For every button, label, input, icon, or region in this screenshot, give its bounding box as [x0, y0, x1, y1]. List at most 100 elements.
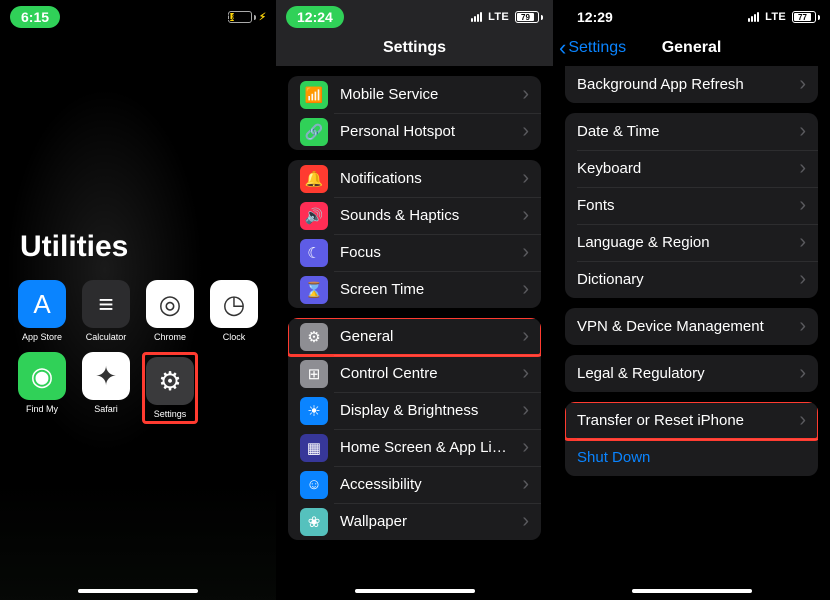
row-mobile-service[interactable]: 📶Mobile Service› [288, 76, 541, 113]
display-brightness-icon: ☀ [300, 397, 328, 425]
signal-icon [471, 12, 482, 22]
nav-bar: ‹ Settings General [553, 30, 830, 66]
row-dictionary[interactable]: Dictionary› [565, 261, 818, 298]
row-label: Shut Down [577, 449, 806, 466]
status-bar: 12:24 LTE 79 [276, 0, 553, 30]
row-control-centre[interactable]: ⊞Control Centre› [288, 355, 541, 392]
row-personal-hotspot[interactable]: 🔗Personal Hotspot› [288, 113, 541, 150]
settings-icon: ⚙ [146, 357, 194, 405]
row-accessibility[interactable]: ☺Accessibility› [288, 466, 541, 503]
row-background-app-refresh[interactable]: Background App Refresh› [565, 66, 818, 103]
home-indicator[interactable] [632, 589, 752, 593]
row-home-screen-app-library[interactable]: ▦Home Screen & App Library› [288, 429, 541, 466]
settings-group-notifications: 🔔 Notifications › 🔊 Sounds & Haptics › ☾ Focus ›… [288, 160, 541, 308]
row-label: Sounds & Haptics [340, 207, 510, 224]
carrier-label: LTE [488, 11, 509, 23]
panel-settings: 12:24 LTE 79 Settings 📶Mobile Service›🔗P… [276, 0, 553, 600]
app-label: App Store [22, 332, 62, 342]
general-group-vpn: VPN & Device Management › [565, 308, 818, 345]
charging-icon: ⚡︎ [259, 12, 266, 23]
carrier-label: LTE [765, 11, 786, 23]
chevron-right-icon: › [799, 231, 806, 254]
row-label: Personal Hotspot [340, 123, 510, 140]
row-sounds-haptics[interactable]: 🔊 Sounds & Haptics › [288, 197, 541, 234]
row-transfer-or-reset-iphone[interactable]: Transfer or Reset iPhone › [565, 402, 818, 439]
settings-group-general: ⚙General›⊞Control Centre›☀Display & Brig… [288, 318, 541, 540]
focus-icon: ☾ [300, 239, 328, 267]
folder-title: Utilities [20, 230, 276, 264]
app-safari[interactable]: ✦Safari [78, 352, 134, 424]
row-vpn-device-management[interactable]: VPN & Device Management › [565, 308, 818, 345]
row-display-brightness[interactable]: ☀ Display & Brightness › [288, 392, 541, 429]
app-label: Clock [223, 332, 246, 342]
safari-icon: ✦ [82, 352, 130, 400]
row-date-time[interactable]: Date & Time › [565, 113, 818, 150]
app-grid: A App Store ≡Calculator◎Chrome◷Clock ◉Find … [0, 280, 276, 424]
general-group-legal: Legal & Regulatory › [565, 355, 818, 392]
row-label: Accessibility [340, 476, 510, 493]
app-store-icon: A [18, 280, 66, 328]
row-label: Home Screen & App Library [340, 439, 510, 456]
row-label: Wallpaper [340, 513, 510, 530]
chevron-right-icon: › [522, 510, 529, 533]
row-wallpaper[interactable]: ❀ Wallpaper › [288, 503, 541, 540]
app-label: Calculator [86, 332, 127, 342]
settings-group-connectivity: 📶Mobile Service›🔗Personal Hotspot› [288, 76, 541, 150]
row-label: Control Centre [340, 365, 510, 382]
row-focus[interactable]: ☾Focus› [288, 234, 541, 271]
row-label: Transfer or Reset iPhone [577, 412, 787, 429]
chevron-right-icon: › [799, 409, 806, 432]
row-label: Focus [340, 244, 510, 261]
wallpaper-icon: ❀ [300, 508, 328, 536]
row-label: Display & Brightness [340, 402, 510, 419]
app-label: Chrome [154, 332, 186, 342]
chevron-right-icon: › [799, 157, 806, 180]
home-indicator[interactable] [78, 589, 198, 593]
chevron-right-icon: › [522, 278, 529, 301]
chevron-right-icon: › [522, 473, 529, 496]
chevron-right-icon: › [522, 362, 529, 385]
home-indicator[interactable] [355, 589, 475, 593]
notifications-icon: 🔔 [300, 165, 328, 193]
battery-indicator: 18 ⚡︎ [228, 11, 266, 23]
battery-indicator: 77 [792, 11, 820, 23]
row-screen-time[interactable]: ⌛Screen Time› [288, 271, 541, 308]
app-find-my[interactable]: ◉Find My [14, 352, 70, 424]
row-language-region[interactable]: Language & Region › [565, 224, 818, 261]
row-label: VPN & Device Management [577, 318, 787, 335]
time-pill[interactable]: 12:24 [286, 6, 344, 28]
chevron-right-icon: › [522, 120, 529, 143]
nav-back-button[interactable]: ‹ Settings [559, 37, 626, 59]
nav-title: Settings [383, 39, 446, 57]
chevron-right-icon: › [522, 399, 529, 422]
chevron-right-icon: › [799, 362, 806, 385]
row-label: Date & Time [577, 123, 787, 140]
row-legal-regulatory[interactable]: Legal & Regulatory › [565, 355, 818, 392]
row-keyboard[interactable]: Keyboard› [565, 150, 818, 187]
row-label: Legal & Regulatory [577, 365, 787, 382]
chevron-right-icon: › [799, 268, 806, 291]
time-pill[interactable]: 6:15 [10, 6, 60, 28]
app-label: Settings [154, 409, 187, 419]
general-group-locale: Date & Time›Keyboard›Fonts›Language & Re… [565, 113, 818, 298]
sounds-haptics-icon: 🔊 [300, 202, 328, 230]
chevron-right-icon: › [799, 315, 806, 338]
chevron-right-icon: › [799, 73, 806, 96]
row-label: Screen Time [340, 281, 510, 298]
chevron-right-icon: › [522, 167, 529, 190]
panel-general: 12:29 LTE 77 ‹ Settings General Backgrou… [553, 0, 830, 600]
row-label: Language & Region [577, 234, 787, 251]
app-chrome[interactable]: ◎Chrome [142, 280, 198, 342]
row-fonts[interactable]: Fonts› [565, 187, 818, 224]
chevron-right-icon: › [522, 204, 529, 227]
row-label: Notifications [340, 170, 510, 187]
app-clock[interactable]: ◷Clock [206, 280, 262, 342]
app-app-store[interactable]: A App Store [14, 280, 70, 342]
battery-indicator: 79 [515, 11, 543, 23]
app-calculator[interactable]: ≡Calculator [78, 280, 134, 342]
app-settings[interactable]: ⚙ Settings [147, 357, 193, 419]
row-shut-down[interactable]: Shut Down [565, 439, 818, 476]
row-notifications[interactable]: 🔔 Notifications › [288, 160, 541, 197]
row-general[interactable]: ⚙General› [288, 318, 541, 355]
chevron-right-icon: › [799, 120, 806, 143]
